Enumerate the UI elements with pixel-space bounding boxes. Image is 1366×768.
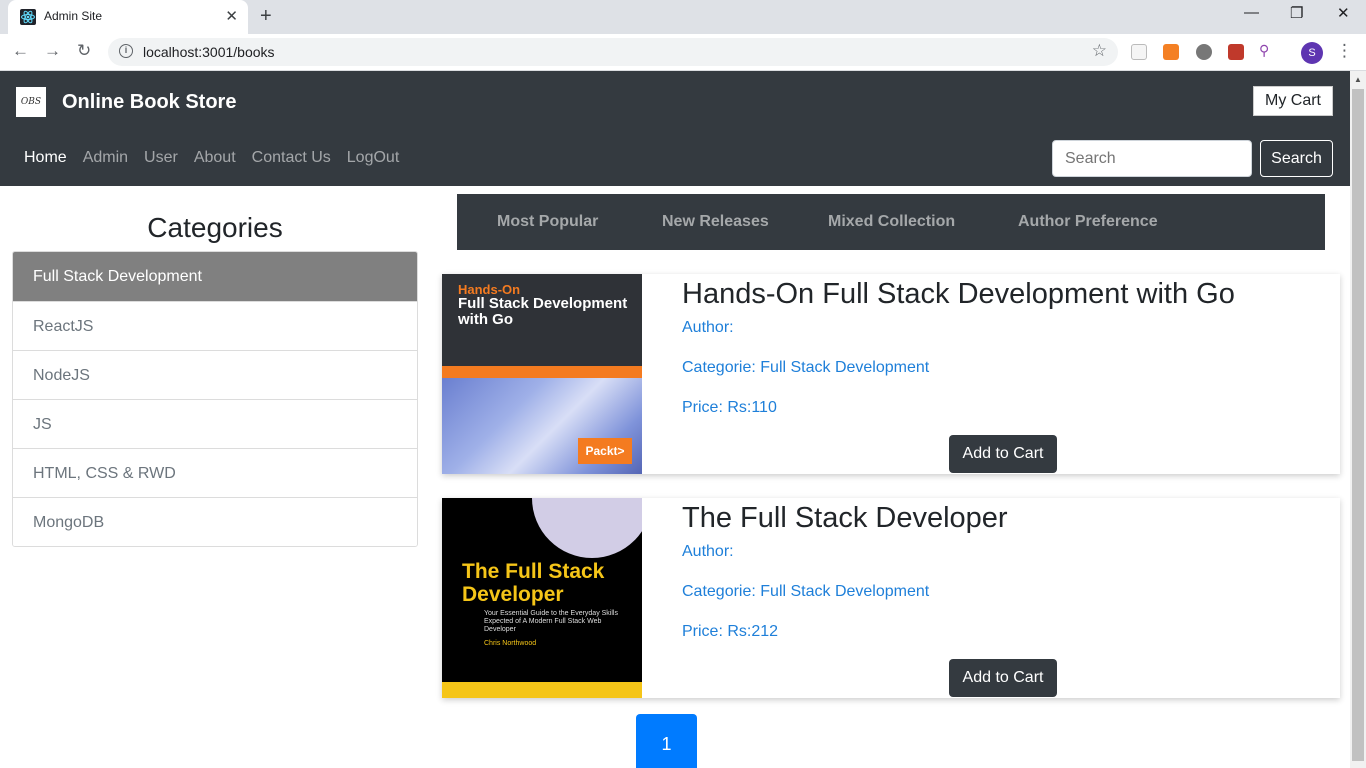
filter-author-preference[interactable]: Author Preference: [1018, 213, 1158, 231]
cover-title: The Full Stack Developer: [462, 560, 605, 606]
book-title: Hands-On Full Stack Development with Go: [682, 278, 1235, 310]
address-bar: ← → ↻ i localhost:3001/books ☆ ⚲ S ⋮: [0, 34, 1366, 71]
category-item[interactable]: ReactJS: [13, 301, 417, 350]
category-item[interactable]: MongoDB: [13, 497, 417, 546]
filter-new-releases[interactable]: New Releases: [662, 213, 769, 231]
cover-subtitle: Your Essential Guide to the Everyday Ski…: [484, 610, 618, 633]
nav-link-contact[interactable]: Contact Us: [252, 149, 331, 167]
cover-title: Full Stack Development with Go: [458, 295, 628, 328]
tab-title: Admin Site: [44, 9, 103, 23]
scrollbar[interactable]: ▲: [1350, 71, 1366, 768]
omnibox[interactable]: i localhost:3001/books ☆: [108, 38, 1118, 66]
book-author: Author:: [682, 319, 734, 336]
search-button[interactable]: Search: [1260, 140, 1333, 177]
extension-icon[interactable]: [1131, 44, 1147, 60]
book-author: Author:: [682, 543, 734, 560]
page: OBS Online Book Store My Cart Home Admin…: [0, 71, 1350, 768]
extension-icon[interactable]: [1196, 44, 1212, 60]
bookmark-star-icon[interactable]: ☆: [1092, 41, 1107, 61]
book-price: Price: Rs:212: [682, 623, 779, 640]
nav-link-home[interactable]: Home: [24, 149, 67, 167]
book-category: Categorie: Full Stack Development: [682, 359, 930, 376]
close-tab-icon[interactable]: ✕: [225, 7, 238, 25]
book-card: Hands-On Full Stack Development with Go …: [442, 274, 1340, 474]
nav-links: Home Admin User About Contact Us LogOut: [24, 149, 399, 167]
restore-icon[interactable]: ❐: [1290, 4, 1303, 22]
publisher-logo: Packt>: [578, 438, 632, 464]
search-input[interactable]: [1052, 140, 1252, 177]
extension-icon[interactable]: [1228, 44, 1244, 60]
menu-icon[interactable]: ⋮: [1336, 41, 1353, 61]
filter-mixed-collection[interactable]: Mixed Collection: [828, 213, 955, 231]
book-card: The Full Stack Developer Your Essential …: [442, 498, 1340, 698]
filter-bar: Most Popular New Releases Mixed Collecti…: [457, 194, 1325, 250]
book-price: Price: Rs:110: [682, 399, 777, 416]
book-cover-image[interactable]: The Full Stack Developer Your Essential …: [442, 498, 642, 698]
categories-title: Categories: [147, 212, 283, 243]
add-to-cart-button[interactable]: Add to Cart: [949, 659, 1057, 697]
nav-link-about[interactable]: About: [194, 149, 236, 167]
minimize-icon[interactable]: —: [1244, 4, 1259, 21]
forward-icon[interactable]: →: [44, 41, 61, 61]
browser-tab[interactable]: Admin Site ✕: [8, 0, 248, 34]
nav-link-user[interactable]: User: [144, 149, 178, 167]
avatar[interactable]: S: [1301, 42, 1323, 64]
my-cart-button[interactable]: My Cart: [1253, 86, 1333, 116]
scroll-thumb[interactable]: [1352, 89, 1364, 761]
info-icon[interactable]: i: [119, 44, 133, 58]
category-item[interactable]: HTML, CSS & RWD: [13, 448, 417, 497]
react-icon: [20, 9, 36, 25]
pagination-page-1[interactable]: 1: [636, 714, 697, 768]
category-item[interactable]: JS: [13, 399, 417, 448]
book-cover-image[interactable]: Hands-On Full Stack Development with Go …: [442, 274, 642, 474]
book-title: The Full Stack Developer: [682, 502, 1008, 534]
back-icon[interactable]: ←: [12, 41, 29, 61]
logo[interactable]: OBS: [16, 87, 46, 117]
brand-title[interactable]: Online Book Store: [62, 91, 236, 114]
category-item[interactable]: Full Stack Development: [13, 252, 417, 301]
window-close-icon[interactable]: ✕: [1337, 4, 1350, 22]
add-to-cart-button[interactable]: Add to Cart: [949, 435, 1057, 473]
navbar: OBS Online Book Store My Cart Home Admin…: [0, 71, 1350, 186]
url-text[interactable]: localhost:3001/books: [143, 44, 275, 60]
category-list: Full Stack Development ReactJS NodeJS JS…: [12, 251, 418, 547]
nav-link-logout[interactable]: LogOut: [347, 149, 399, 167]
new-tab-icon[interactable]: +: [260, 5, 272, 28]
scroll-up-icon[interactable]: ▲: [1354, 75, 1362, 84]
browser-tab-bar: Admin Site ✕ + — ❐ ✕: [0, 0, 1366, 34]
reload-icon[interactable]: ↻: [77, 41, 91, 61]
filter-most-popular[interactable]: Most Popular: [497, 213, 598, 231]
cover-author: Chris Northwood: [484, 640, 537, 647]
book-category: Categorie: Full Stack Development: [682, 583, 930, 600]
extension-icon[interactable]: [1163, 44, 1179, 60]
search-extension-icon[interactable]: ⚲: [1259, 42, 1275, 58]
category-item[interactable]: NodeJS: [13, 350, 417, 399]
nav-link-admin[interactable]: Admin: [83, 149, 128, 167]
